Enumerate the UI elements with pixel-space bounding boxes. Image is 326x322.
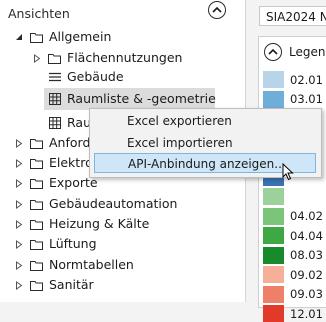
tree-item[interactable]: Allgemein [0,26,245,48]
pane-title: Ansichten [8,6,70,21]
expand-arrow-icon[interactable] [14,239,24,249]
legend-row: 12.01 V [263,305,326,322]
tree-item[interactable]: Lüftung [0,233,245,255]
legend-row: 04.02 L [263,207,326,225]
menu-item-excel-export[interactable]: Excel exportieren [94,111,316,131]
folder-icon [30,279,43,291]
menu-item-excel-import[interactable]: Excel importieren [94,133,316,153]
tree-item-label: Lüftung [49,236,97,251]
tree-item[interactable]: Sanitär [0,274,245,296]
tree-item-label: Normtabellen [49,257,134,272]
chevron-up-icon [212,6,222,13]
folder-icon [48,52,61,64]
legend-label: 08.03 B [290,248,326,262]
expand-arrow-icon[interactable] [14,199,24,209]
folder-icon [30,198,43,210]
legend-label: 09.02 P [290,267,326,282]
tree-item[interactable]: Heizung & Kälte [0,213,245,235]
tree-item-label: Flächennutzungen [67,50,183,65]
legend-label: 03.01 B [290,92,326,106]
table-icon [48,117,61,129]
legend-row: 09.02 P [263,266,326,283]
folder-icon [30,31,43,43]
mouse-cursor-icon [282,163,294,181]
chevron-up-icon [268,48,278,55]
expand-arrow-icon[interactable] [14,158,24,168]
tree-item[interactable]: Gebäude [0,66,245,88]
list-icon [48,71,61,83]
legend-label: 04.02 L [290,209,326,223]
expand-arrow-icon[interactable] [14,178,24,188]
tree-item-label: Heizung & Kälte [49,216,150,231]
tree-item-label: Gebäude [67,69,124,84]
legend-swatch [263,207,284,225]
expand-arrow-icon[interactable] [14,138,24,148]
expand-arrow-icon[interactable] [32,53,42,63]
tree-item-label: Sanitär [49,277,94,292]
tree-item-label: Elektro [49,155,93,170]
legend-collapse-button[interactable] [264,43,282,61]
tree-item[interactable]: Gebäudeautomation [0,193,245,215]
legend-swatch [263,305,284,322]
legend-row: 08.03 B [263,246,326,264]
tree-item[interactable]: Raumliste & -geometrie [44,88,216,110]
table-icon [48,93,61,105]
folder-icon [30,259,43,271]
legend-swatch [263,188,284,205]
legend-swatch [263,266,284,283]
legend-label: 04.04 H [290,228,326,243]
expand-arrow-icon[interactable] [14,260,24,270]
folder-icon [30,218,43,230]
legend-label: 09.03 E [290,287,326,301]
legend-swatch [263,285,284,303]
expand-arrow-icon[interactable] [14,280,24,290]
legend-row: 03.01 B [263,90,326,108]
folder-icon [30,177,43,189]
legend-label: 02.01 H [290,72,326,87]
collapse-arrow-icon[interactable] [14,32,24,42]
tree-item[interactable]: Normtabellen [0,254,245,276]
legend-swatch [263,227,284,244]
legend-label: 12.01 V [290,306,326,321]
legend-row [263,188,326,205]
legend-row: 09.03 E [263,285,326,303]
collapse-button[interactable] [208,1,226,19]
folder-icon [30,157,43,169]
folder-icon [30,238,43,250]
legend-title: Legend [289,45,326,59]
folder-icon [30,137,43,149]
tree-item-label: Gebäudeautomation [49,196,178,211]
expand-arrow-icon[interactable] [14,219,24,229]
tree-item-label: Allgemein [49,29,112,44]
tab-sia2024[interactable]: SIA2024 N [259,6,326,26]
tree-item-label: Raumliste & -geometrie [67,91,216,106]
legend-swatch [263,246,284,264]
legend-swatch [263,90,284,108]
legend-swatch [263,71,284,88]
legend-row: 04.04 H [263,227,326,244]
legend-row: 02.01 H [263,71,326,88]
tree-item-label: Anford [49,135,91,150]
